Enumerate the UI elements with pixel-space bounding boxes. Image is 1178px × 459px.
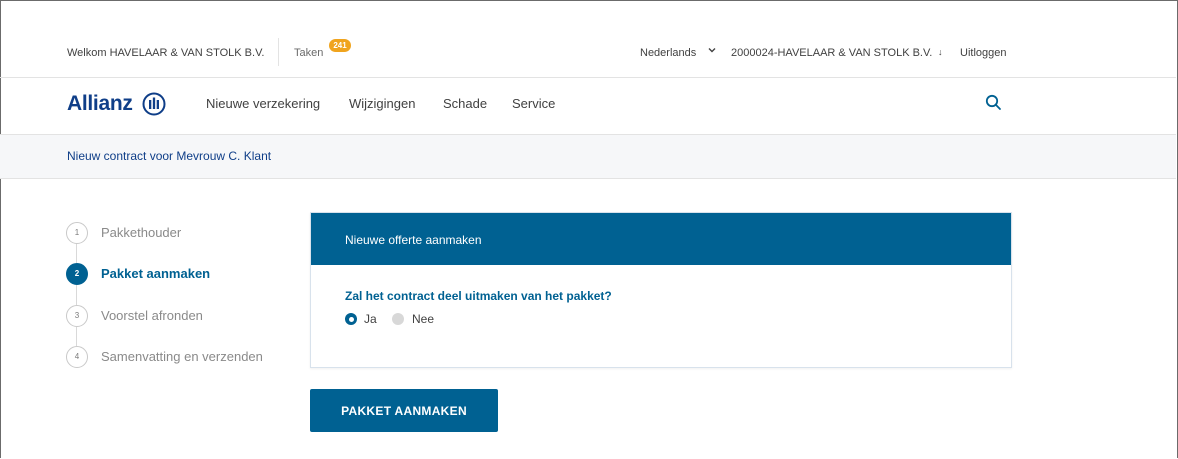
tasks-count-badge: 241 bbox=[329, 39, 351, 52]
allianz-logo-icon[interactable] bbox=[142, 92, 166, 116]
top-utility-bar: Welkom HAVELAAR & VAN STOLK B.V. Taken 2… bbox=[0, 0, 1176, 78]
brand-name[interactable]: Allianz bbox=[67, 92, 133, 116]
radio-nee-label[interactable]: Nee bbox=[412, 312, 434, 326]
package-question: Zal het contract deel uitmaken van het p… bbox=[345, 289, 612, 303]
nav-item-nieuwe-verzekering[interactable]: Nieuwe verzekering bbox=[206, 96, 320, 111]
card-title: Nieuwe offerte aanmaken bbox=[345, 233, 482, 247]
step-connector bbox=[76, 327, 77, 346]
divider bbox=[278, 38, 279, 66]
step-number: 1 bbox=[66, 222, 88, 244]
account-selector[interactable]: 2000024-HAVELAAR & VAN STOLK B.V. bbox=[731, 47, 932, 59]
create-package-button[interactable]: PAKKET AANMAKEN bbox=[310, 389, 498, 432]
language-selector[interactable]: Nederlands bbox=[640, 47, 696, 59]
radio-nee[interactable] bbox=[392, 313, 404, 325]
tasks-link[interactable]: Taken bbox=[294, 47, 323, 59]
radio-ja[interactable] bbox=[345, 313, 357, 325]
chevron-down-icon[interactable] bbox=[707, 45, 717, 55]
main-navigation: Allianz Nieuwe verzekering Wijzigingen S… bbox=[0, 78, 1176, 135]
step-connector bbox=[76, 285, 77, 305]
offer-card: Nieuwe offerte aanmaken Zal het contract… bbox=[310, 212, 1012, 368]
search-icon[interactable] bbox=[985, 94, 1002, 111]
step-label: Voorstel afronden bbox=[101, 308, 203, 323]
logout-link[interactable]: Uitloggen bbox=[960, 47, 1006, 59]
card-header: Nieuwe offerte aanmaken bbox=[311, 213, 1011, 265]
nav-item-wijzigingen[interactable]: Wijzigingen bbox=[349, 96, 415, 111]
context-band: Nieuw contract voor Mevrouw C. Klant bbox=[0, 135, 1176, 179]
step-label: Samenvatting en verzenden bbox=[101, 349, 263, 364]
step-number: 2 bbox=[66, 263, 88, 285]
nav-item-schade[interactable]: Schade bbox=[443, 96, 487, 111]
step-number: 4 bbox=[66, 346, 88, 368]
welcome-text: Welkom HAVELAAR & VAN STOLK B.V. bbox=[67, 47, 265, 59]
breadcrumb: Nieuw contract voor Mevrouw C. Klant bbox=[67, 149, 272, 163]
nav-item-service[interactable]: Service bbox=[512, 96, 555, 111]
step-connector bbox=[76, 243, 77, 263]
step-label: Pakket aanmaken bbox=[101, 266, 211, 281]
step-number: 3 bbox=[66, 305, 88, 327]
step-label: Pakkethouder bbox=[101, 225, 182, 240]
radio-ja-label[interactable]: Ja bbox=[364, 312, 377, 326]
arrow-down-icon[interactable]: ↓ bbox=[938, 47, 943, 57]
